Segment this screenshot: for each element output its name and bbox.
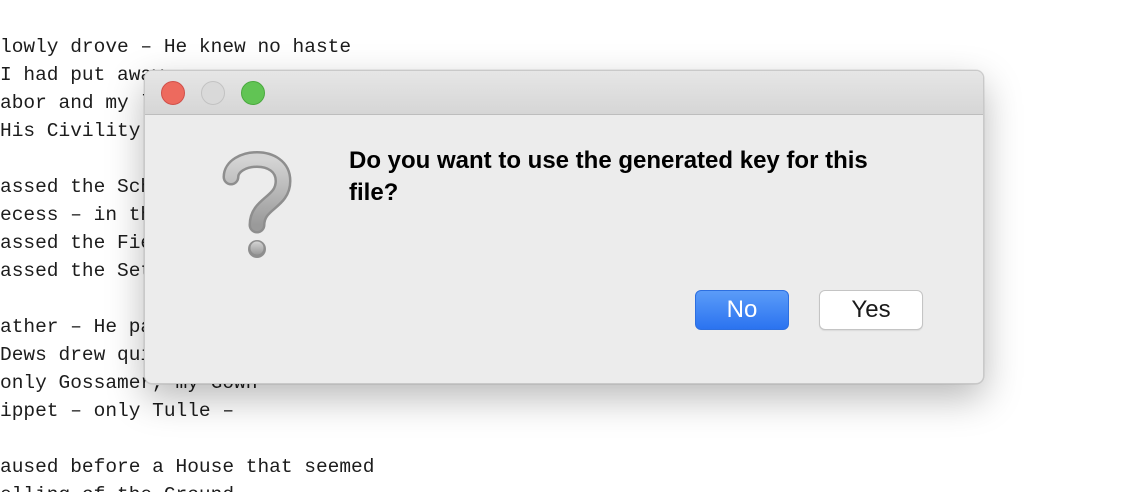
editor-line: His Civility [0,120,141,142]
dialog-titlebar[interactable] [145,71,983,115]
editor-line: Dews drew qui [0,344,153,366]
editor-line: assed the Sch [0,176,153,198]
yes-button[interactable]: Yes [819,290,923,330]
editor-line: assed the Set [0,260,153,282]
editor-line: ippet – only Tulle – [0,400,235,422]
editor-line: ather – He pa [0,316,153,338]
alert-dialog: Do you want to use the generated key for… [144,70,984,384]
zoom-window-button[interactable] [241,81,265,105]
editor-line: ecess – in th [0,204,153,226]
close-window-button[interactable] [161,81,185,105]
minimize-window-button[interactable] [201,81,225,105]
editor-line: abor and my l [0,92,153,114]
editor-line: lowly drove – He knew no haste [0,36,352,58]
dialog-message: Do you want to use the generated key for… [349,147,868,206]
editor-line: I had put away [0,64,164,86]
question-mark-icon [209,145,305,265]
editor-line: assed the Fie [0,232,153,254]
editor-line: aused before a House that seemed [0,456,375,478]
no-button[interactable]: No [695,290,789,330]
editor-line: elling of the Ground [0,481,234,492]
